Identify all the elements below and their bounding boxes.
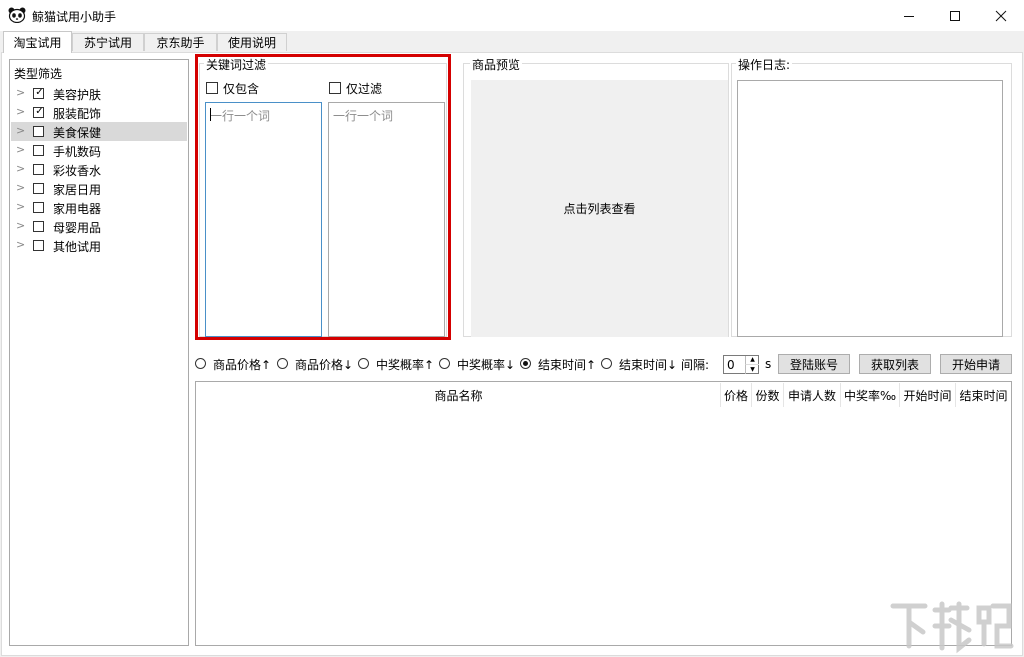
tree-item-clothing[interactable]: > ✓ 服装配饰 bbox=[11, 103, 187, 122]
tab-help[interactable]: 使用说明 bbox=[217, 33, 287, 51]
column-header-price[interactable]: 价格 bbox=[721, 383, 752, 407]
tree-item-beauty[interactable]: > ✓ 美容护肤 bbox=[11, 84, 187, 103]
maximize-button[interactable] bbox=[932, 0, 978, 31]
tab-label: 使用说明 bbox=[227, 36, 276, 50]
watermark-logo bbox=[890, 601, 1014, 654]
tab-jd[interactable]: 京东助手 bbox=[144, 33, 217, 51]
login-button-label: 登陆账号 bbox=[789, 357, 838, 372]
tree-item-label: 彩妆香水 bbox=[53, 164, 102, 178]
sort-label: 商品价格↑ bbox=[213, 358, 272, 372]
chevron-right-icon[interactable]: > bbox=[16, 200, 25, 213]
start-apply-button[interactable]: 开始申请 bbox=[940, 354, 1012, 374]
window-title: 鲸猫试用小助手 bbox=[32, 10, 117, 24]
highlight-box bbox=[195, 54, 451, 340]
column-header-name[interactable]: 商品名称 bbox=[197, 383, 721, 407]
tree-item-food[interactable]: > 美食保健 bbox=[11, 122, 187, 141]
column-header-start-time[interactable]: 开始时间 bbox=[900, 383, 956, 407]
sort-radio-end-desc[interactable] bbox=[601, 358, 612, 369]
close-button[interactable] bbox=[978, 0, 1024, 31]
sort-radio-odds-asc[interactable] bbox=[358, 358, 369, 369]
preview-hint: 点击列表查看 bbox=[563, 202, 636, 216]
sort-label: 商品价格↓ bbox=[295, 358, 354, 372]
login-button[interactable]: 登陆账号 bbox=[778, 354, 850, 374]
log-output[interactable] bbox=[737, 80, 1003, 337]
category-checkbox[interactable] bbox=[33, 240, 44, 251]
minimize-button[interactable] bbox=[886, 0, 932, 31]
category-checkbox[interactable] bbox=[33, 164, 44, 175]
log-title: 操作日志: bbox=[736, 56, 793, 73]
chevron-right-icon[interactable]: > bbox=[16, 219, 25, 232]
product-preview-area[interactable]: 点击列表查看 bbox=[471, 80, 728, 337]
sort-radio-price-asc[interactable] bbox=[195, 358, 206, 369]
tree-item-label: 母婴用品 bbox=[53, 221, 102, 235]
sort-radio-price-desc[interactable] bbox=[277, 358, 288, 369]
column-header-quantity[interactable]: 份数 bbox=[752, 383, 784, 407]
close-icon bbox=[995, 10, 1007, 21]
tab-suning[interactable]: 苏宁试用 bbox=[72, 33, 144, 51]
chevron-right-icon[interactable]: > bbox=[16, 162, 25, 175]
column-header-win-rate[interactable]: 中奖率‰ bbox=[841, 383, 900, 407]
tree-item-other[interactable]: > 其他试用 bbox=[11, 236, 187, 255]
fetch-list-button[interactable]: 获取列表 bbox=[859, 354, 931, 374]
tab-taobao[interactable]: 淘宝试用 bbox=[3, 31, 72, 53]
maximize-icon bbox=[950, 10, 960, 21]
category-checkbox[interactable] bbox=[33, 202, 44, 213]
sort-label: 结束时间↑ bbox=[538, 358, 597, 372]
chevron-right-icon[interactable]: > bbox=[16, 238, 25, 251]
interval-unit: s bbox=[765, 357, 772, 371]
tree-item-household[interactable]: > 家居日用 bbox=[11, 179, 187, 198]
tree-item-baby[interactable]: > 母婴用品 bbox=[11, 217, 187, 236]
tree-item-digital[interactable]: > 手机数码 bbox=[11, 141, 187, 160]
sort-label: 结束时间↓ bbox=[619, 358, 678, 372]
check-icon: ✓ bbox=[35, 87, 44, 98]
interval-spinbox[interactable]: 0 ▲ ▼ bbox=[723, 355, 759, 374]
category-checkbox[interactable] bbox=[33, 183, 44, 194]
tab-label: 淘宝试用 bbox=[13, 36, 62, 50]
start-button-label: 开始申请 bbox=[951, 357, 1000, 372]
category-checkbox[interactable]: ✓ bbox=[33, 106, 44, 118]
sort-label: 中奖概率↓ bbox=[457, 358, 516, 372]
interval-label: 间隔: bbox=[681, 358, 710, 372]
chevron-right-icon[interactable]: > bbox=[16, 86, 25, 99]
category-checkbox[interactable] bbox=[33, 221, 44, 232]
sort-radio-end-asc[interactable] bbox=[520, 358, 531, 369]
chevron-right-icon[interactable]: > bbox=[16, 124, 25, 137]
tab-label: 京东助手 bbox=[156, 36, 205, 50]
tree-item-label: 服装配饰 bbox=[53, 107, 102, 121]
fetch-button-label: 获取列表 bbox=[870, 357, 919, 372]
panda-icon bbox=[8, 7, 26, 23]
preview-title: 商品预览 bbox=[470, 56, 523, 73]
tree-item-label: 家用电器 bbox=[53, 202, 102, 216]
category-checkbox[interactable]: ✓ bbox=[33, 87, 44, 99]
spin-up-icon[interactable]: ▲ bbox=[745, 356, 759, 364]
category-title: 类型筛选 bbox=[14, 67, 63, 81]
tree-item-label: 美食保健 bbox=[53, 126, 102, 140]
tree-item-appliances[interactable]: > 家用电器 bbox=[11, 198, 187, 217]
tree-item-makeup[interactable]: > 彩妆香水 bbox=[11, 160, 187, 179]
interval-value: 0 bbox=[727, 358, 735, 372]
tree-item-label: 手机数码 bbox=[53, 145, 102, 159]
sort-radio-odds-desc[interactable] bbox=[439, 358, 450, 369]
minimize-icon bbox=[904, 15, 914, 17]
chevron-right-icon[interactable]: > bbox=[16, 105, 25, 118]
column-header-applicants[interactable]: 申请人数 bbox=[784, 383, 841, 407]
column-header-end-time[interactable]: 结束时间 bbox=[956, 383, 1011, 407]
tree-item-label: 其他试用 bbox=[53, 240, 102, 254]
tab-label: 苏宁试用 bbox=[83, 36, 132, 50]
category-checkbox[interactable] bbox=[33, 126, 44, 137]
chevron-right-icon[interactable]: > bbox=[16, 143, 25, 156]
tree-item-label: 家居日用 bbox=[53, 183, 102, 197]
category-checkbox[interactable] bbox=[33, 145, 44, 156]
title-bar bbox=[0, 0, 1024, 31]
check-icon: ✓ bbox=[35, 106, 44, 117]
spin-down-icon[interactable]: ▼ bbox=[745, 364, 759, 374]
chevron-right-icon[interactable]: > bbox=[16, 181, 25, 194]
tree-item-label: 美容护肤 bbox=[53, 88, 102, 102]
sort-label: 中奖概率↑ bbox=[376, 358, 435, 372]
